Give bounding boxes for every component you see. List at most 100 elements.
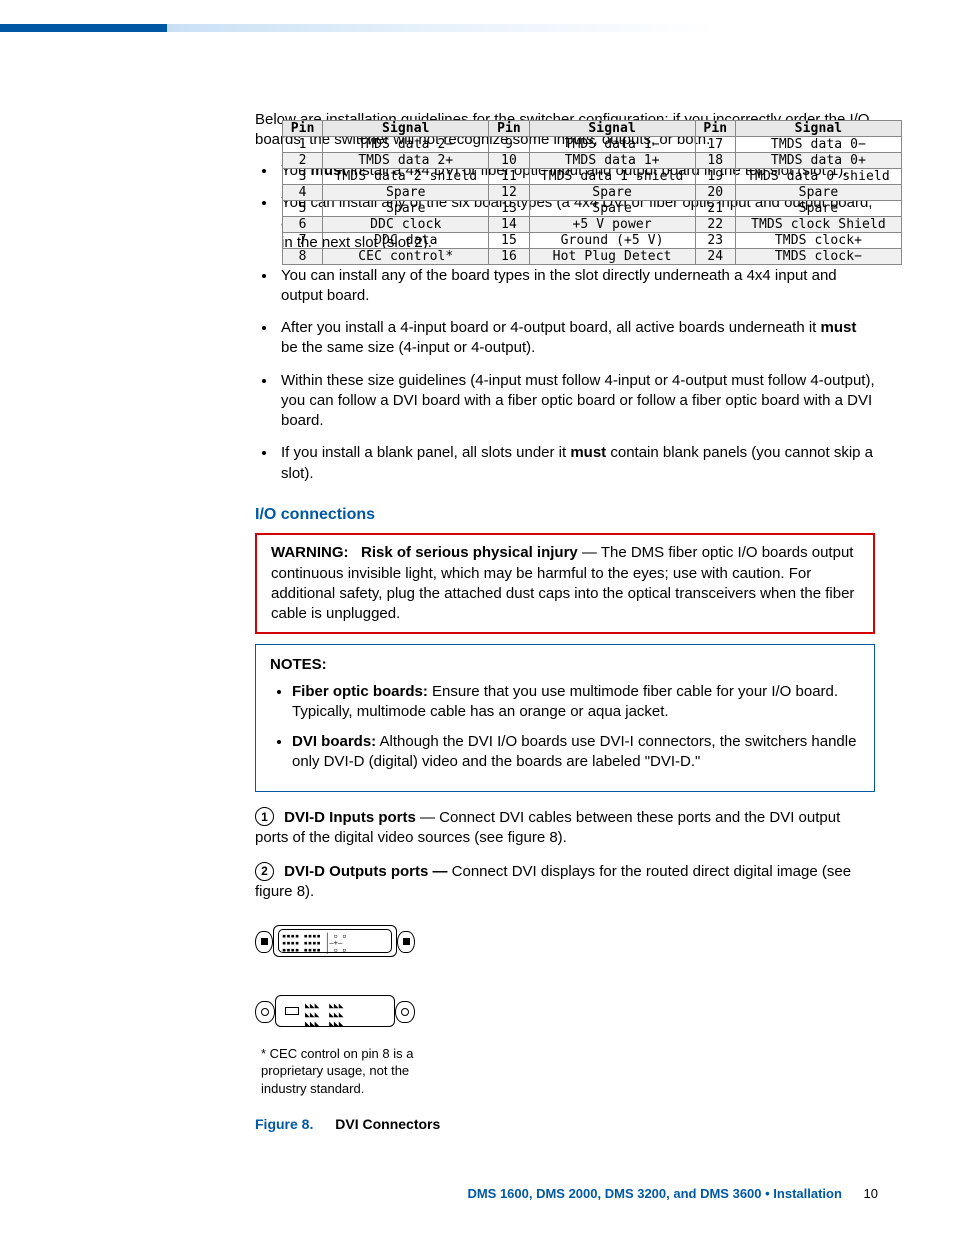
table-cell: TMDS data 0 shield xyxy=(735,169,901,185)
table-cell: TMDS data 2 shield xyxy=(323,169,489,185)
table-cell: 2 xyxy=(283,153,323,169)
table-cell: TMDS data 1 shield xyxy=(529,169,695,185)
circle-number-2: 2 xyxy=(255,862,274,881)
table-cell: TMDS data 0− xyxy=(735,137,901,153)
table-cell: 10 xyxy=(489,153,529,169)
table-row: 8CEC control*16Hot Plug Detect24TMDS clo… xyxy=(283,249,902,265)
list-item: After you install a 4-input board or 4-o… xyxy=(277,318,875,359)
table-cell: Hot Plug Detect xyxy=(529,249,695,265)
io-connections-heading: I/O connections xyxy=(255,504,875,526)
table-cell: 20 xyxy=(695,185,735,201)
footer-text: DMS 1600, DMS 2000, DMS 3200, and DMS 36… xyxy=(467,1186,841,1201)
warning-label: WARNING: xyxy=(271,544,349,561)
table-header-cell: Pin xyxy=(489,121,529,137)
table-row: 6DDC clock14+5 V power22TMDS clock Shiel… xyxy=(283,217,902,233)
table-cell: CEC control* xyxy=(323,249,489,265)
table-header-cell: Signal xyxy=(735,121,901,137)
port-descriptions: 1 DVI-D Inputs ports — Connect DVI cable… xyxy=(255,808,875,903)
list-item: DVI boards: Although the DVI I/O boards … xyxy=(292,732,860,773)
text: If you install a blank panel, all slots … xyxy=(281,444,570,461)
table-cell: DDC clock xyxy=(323,217,489,233)
figure-8: ▪▪▪▪ ▪▪▪▪ | ▫ ▫ ▪▪▪▪ ▪▪▪▪ |—+— ▪▪▪▪ ▪▪▪▪… xyxy=(255,917,875,1098)
port-lead: DVI-D Inputs ports xyxy=(284,809,416,826)
table-cell: 12 xyxy=(489,185,529,201)
table-cell: 15 xyxy=(489,233,529,249)
note-text: Although the DVI I/O boards use DVI-I co… xyxy=(292,733,856,770)
table-cell: 8 xyxy=(283,249,323,265)
table-cell: 14 xyxy=(489,217,529,233)
table-cell: 13 xyxy=(489,201,529,217)
table-cell: TMDS data 2− xyxy=(323,137,489,153)
table-cell: +5 V power xyxy=(529,217,695,233)
table-row: 1TMDS data 2−9TMDS data 1−17TMDS data 0− xyxy=(283,137,902,153)
text: After you install a 4-input board or 4-o… xyxy=(281,319,821,336)
port-item: 2 DVI-D Outputs ports — Connect DVI disp… xyxy=(255,862,875,903)
table-cell: 18 xyxy=(695,153,735,169)
table-cell: DDC data xyxy=(323,233,489,249)
table-row: 2TMDS data 2+10TMDS data 1+18TMDS data 0… xyxy=(283,153,902,169)
bold: must xyxy=(821,319,857,336)
page-content: Below are installation guidelines for th… xyxy=(255,110,875,1134)
table-cell: TMDS data 1+ xyxy=(529,153,695,169)
table-cell: TMDS data 2+ xyxy=(323,153,489,169)
connector-drawings: ▪▪▪▪ ▪▪▪▪ | ▫ ▫ ▪▪▪▪ ▪▪▪▪ |—+— ▪▪▪▪ ▪▪▪▪… xyxy=(255,917,425,1098)
table-cell: 24 xyxy=(695,249,735,265)
table-cell: 5 xyxy=(283,201,323,217)
table-cell: TMDS clock Shield xyxy=(735,217,901,233)
bold: must xyxy=(570,444,606,461)
table-row: 7DDC data15Ground (+5 V)23TMDS clock+ xyxy=(283,233,902,249)
warning-title: Risk of serious physical injury xyxy=(361,544,578,561)
table-cell: 1 xyxy=(283,137,323,153)
list-item: You can install any of the board types i… xyxy=(277,266,875,307)
header-accent-bar xyxy=(0,24,167,32)
list-item: Within these size guidelines (4-input mu… xyxy=(277,371,875,432)
circle-number-1: 1 xyxy=(255,807,274,826)
table-cell: Spare xyxy=(529,201,695,217)
list-item: Fiber optic boards: Ensure that you use … xyxy=(292,682,860,723)
table-cell: 19 xyxy=(695,169,735,185)
dvi-male-icon: ◣◣◣ ◣◣◣ ◣◣◣ ◣◣◣ ◣◣◣ ◣◣◣ xyxy=(255,991,415,1031)
list-item: If you install a blank panel, all slots … xyxy=(277,443,875,484)
table-header-cell: Pin xyxy=(695,121,735,137)
table-cell: 11 xyxy=(489,169,529,185)
table-cell: 7 xyxy=(283,233,323,249)
table-cell: TMDS data 0+ xyxy=(735,153,901,169)
port-lead: DVI-D Outputs ports — xyxy=(284,863,447,880)
table-cell: 3 xyxy=(283,169,323,185)
table-cell: 21 xyxy=(695,201,735,217)
table-header-row: PinSignalPinSignalPinSignal xyxy=(283,121,902,137)
page-footer: DMS 1600, DMS 2000, DMS 3200, and DMS 36… xyxy=(0,1185,954,1203)
table-cell: TMDS data 1− xyxy=(529,137,695,153)
table-body: 1TMDS data 2−9TMDS data 1−17TMDS data 0−… xyxy=(283,137,902,265)
figure-caption: Figure 8. DVI Connectors xyxy=(255,1115,875,1134)
table-cell: 9 xyxy=(489,137,529,153)
dvi-female-icon: ▪▪▪▪ ▪▪▪▪ | ▫ ▫ ▪▪▪▪ ▪▪▪▪ |—+— ▪▪▪▪ ▪▪▪▪… xyxy=(255,923,415,959)
table-cell: 16 xyxy=(489,249,529,265)
notes-label: NOTES: xyxy=(270,655,860,675)
port-item: 1 DVI-D Inputs ports — Connect DVI cable… xyxy=(255,808,875,849)
table-cell: Spare xyxy=(529,185,695,201)
table-header-cell: Signal xyxy=(323,121,489,137)
text: be the same size (4-input or 4-output). xyxy=(281,339,535,356)
note-lead: DVI boards: xyxy=(292,733,376,750)
table-row: 3TMDS data 2 shield11TMDS data 1 shield1… xyxy=(283,169,902,185)
table-cell: 6 xyxy=(283,217,323,233)
page-number: 10 xyxy=(864,1186,878,1201)
table-row: 5Spare13Spare21Spare xyxy=(283,201,902,217)
table-cell: 22 xyxy=(695,217,735,233)
notes-box: NOTES: Fiber optic boards: Ensure that y… xyxy=(255,644,875,791)
figure-title: DVI Connectors xyxy=(335,1116,440,1132)
note-lead: Fiber optic boards: xyxy=(292,683,428,700)
table-cell: TMDS clock− xyxy=(735,249,901,265)
warning-box: WARNING: Risk of serious physical injury… xyxy=(255,533,875,634)
table-cell: TMDS clock+ xyxy=(735,233,901,249)
table-row: 4Spare12Spare20Spare xyxy=(283,185,902,201)
table-cell: Ground (+5 V) xyxy=(529,233,695,249)
table-cell: 4 xyxy=(283,185,323,201)
header-gradient xyxy=(167,24,954,32)
table-cell: Spare xyxy=(735,201,901,217)
table-header-cell: Pin xyxy=(283,121,323,137)
table-cell: Spare xyxy=(323,185,489,201)
figure-number: Figure 8. xyxy=(255,1116,313,1132)
table-cell: Spare xyxy=(323,201,489,217)
